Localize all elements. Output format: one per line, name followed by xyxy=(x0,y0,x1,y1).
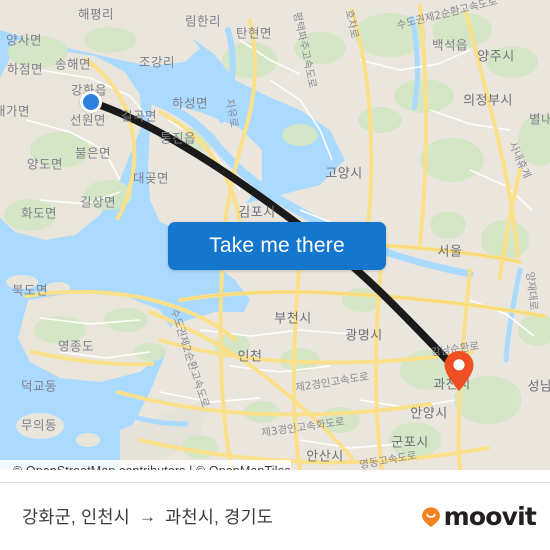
route-origin-label: 강화군, 인천시 xyxy=(22,507,130,527)
map-canvas[interactable]: 해평리 림한리 탄현면 수도권제2순환고속도로 백석읍 양주시 양사면 하점면 송해면 조강리 강화… xyxy=(0,0,550,470)
take-me-there-button[interactable]: Take me there xyxy=(168,222,386,270)
destination-marker[interactable] xyxy=(443,350,475,392)
footer-bar: 강화군, 인천시 → 과천시, 경기도 moovit xyxy=(0,482,550,550)
route-summary: 강화군, 인천시 → 과천시, 경기도 xyxy=(22,504,273,529)
map-attribution: © OpenStreetMap contributors | © OpenMap… xyxy=(0,460,291,470)
attribution-text: © OpenStreetMap contributors | © OpenMap… xyxy=(13,464,291,470)
moovit-logo[interactable]: moovit xyxy=(420,502,537,531)
moovit-pin-icon xyxy=(421,506,440,527)
moovit-map-share-card: 해평리 림한리 탄현면 수도권제2순환고속도로 백석읍 양주시 양사면 하점면 송해면 조강리 강화… xyxy=(0,0,550,550)
map-pin-icon xyxy=(444,351,474,391)
origin-marker[interactable] xyxy=(80,91,102,113)
moovit-wordmark: moovit xyxy=(443,502,537,531)
arrow-right-icon: → xyxy=(138,507,157,526)
route-destination-label: 과천시, 경기도 xyxy=(165,507,274,527)
